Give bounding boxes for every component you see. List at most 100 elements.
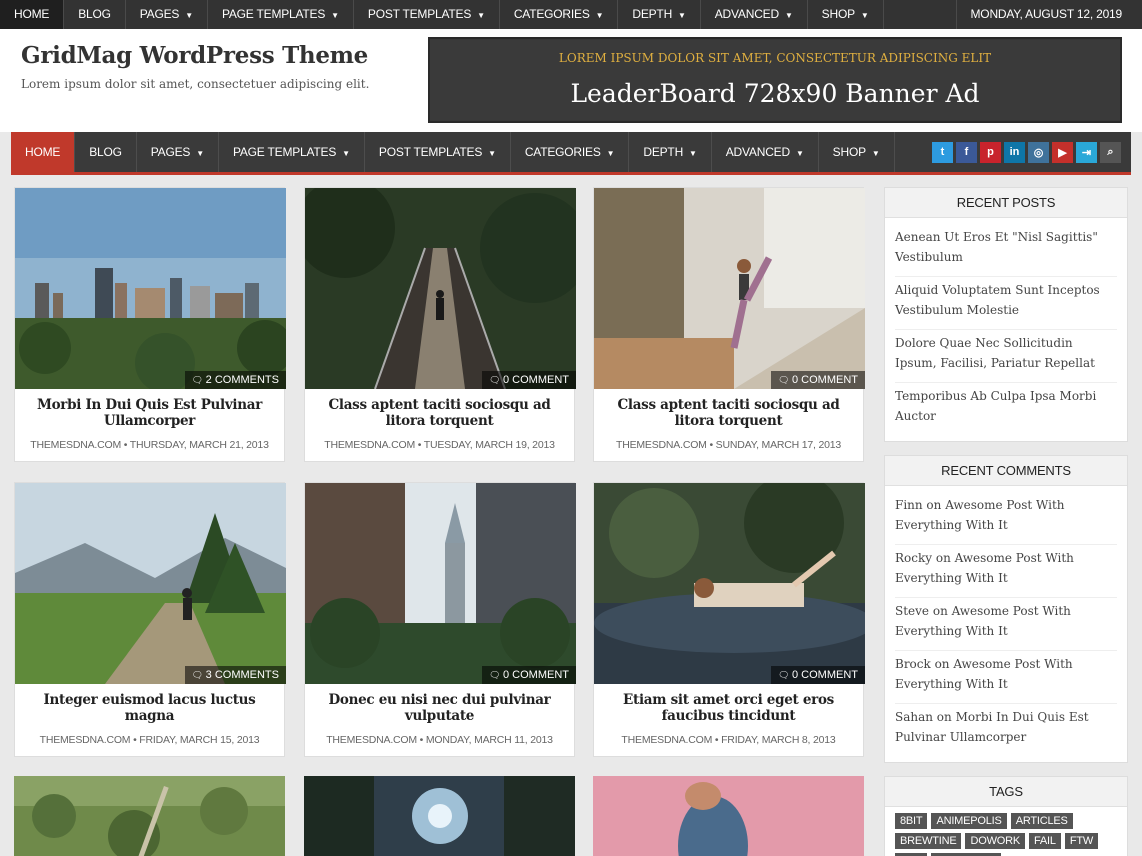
post-title[interactable]: Class aptent taciti sociosqu ad litora t…: [311, 397, 568, 429]
site-title[interactable]: GridMag WordPress Theme: [21, 42, 368, 69]
recent-comment-link[interactable]: Brock on Awesome Post With Everything Wi…: [895, 651, 1117, 704]
topnav-item-advanced[interactable]: ADVANCED ▼: [701, 0, 808, 29]
post-image: [305, 188, 576, 389]
banner-heading: LeaderBoard 728x90 Banner Ad: [570, 79, 980, 108]
meta-separator: •: [121, 439, 130, 451]
comment-icon: 🗨: [778, 670, 792, 680]
tag-link[interactable]: DOWORK: [965, 833, 1025, 849]
post-card[interactable]: 🗨 2 COMMENTS Morbi In Dui Quis Est Pulvin…: [14, 187, 286, 462]
topnav-item-label: DEPTH: [632, 7, 673, 21]
mainnav-item-home[interactable]: HOME: [11, 132, 76, 172]
post-thumbnail[interactable]: 🗨 0 COMMENT: [305, 188, 576, 389]
post-thumbnail[interactable]: 🗨 0 COMMENT: [594, 483, 865, 684]
topnav-item-blog[interactable]: BLOG: [64, 0, 126, 29]
post-thumbnail: [304, 776, 575, 856]
mainnav-item-advanced[interactable]: ADVANCED ▼: [712, 132, 819, 172]
topnav-item-label: SHOP: [821, 7, 855, 21]
widget-title: TAGS: [885, 777, 1127, 807]
post-meta: THEMESDNA.COM • FRIDAY, MARCH 8, 2013: [600, 734, 857, 746]
topnav-item-page-templates[interactable]: PAGE TEMPLATES ▼: [208, 0, 354, 29]
linkedin-icon[interactable]: in: [1004, 141, 1025, 163]
mainnav-item-label: ADVANCED: [725, 145, 790, 159]
post-card-partial[interactable]: [304, 776, 575, 856]
recent-comment-link[interactable]: Sahan on Morbi In Dui Quis Est Pulvinar …: [895, 704, 1117, 756]
post-title[interactable]: Class aptent taciti sociosqu ad litora t…: [600, 397, 857, 429]
post-card[interactable]: 🗨 0 COMMENT Class aptent taciti sociosqu …: [593, 187, 865, 462]
post-card-partial[interactable]: [593, 776, 864, 856]
post-card[interactable]: 🗨 3 COMMENTS Integer euismod lacus luctus…: [14, 482, 286, 757]
post-card[interactable]: 🗨 0 COMMENT Etiam sit amet orci eget eros…: [593, 482, 865, 757]
post-author[interactable]: THEMESDNA.COM: [30, 439, 121, 451]
recent-comments-widget: RECENT COMMENTS Finn on Awesome Post Wit…: [884, 455, 1128, 763]
post-author[interactable]: THEMESDNA.COM: [324, 439, 415, 451]
tag-link[interactable]: ARTICLES: [1010, 813, 1073, 829]
main-nav-items: HOME BLOG PAGES ▼ PAGE TEMPLATES ▼ POST TEMPLA…: [11, 132, 895, 172]
topnav-item-depth[interactable]: DEPTH ▼: [618, 0, 701, 29]
recent-post-link[interactable]: Dolore Quae Nec Sollicitudin Ipsum, Faci…: [895, 330, 1117, 383]
comment-count[interactable]: 🗨 2 COMMENTS: [184, 371, 286, 389]
post-title[interactable]: Integer euismod lacus luctus magna: [21, 692, 278, 724]
tag-link[interactable]: FTW: [1064, 833, 1099, 849]
facebook-icon[interactable]: f: [956, 141, 977, 163]
tag-link[interactable]: ANIMEPOLIS: [931, 813, 1007, 829]
recent-post-link[interactable]: Aliquid Voluptatem Sunt Inceptos Vestibu…: [895, 277, 1117, 330]
post-thumbnail[interactable]: 🗨 0 COMMENT: [594, 188, 865, 389]
post-title[interactable]: Morbi In Dui Quis Est Pulvinar Ullamcorp…: [21, 397, 278, 429]
login-icon[interactable]: ⇥: [1076, 141, 1097, 163]
post-meta: THEMESDNA.COM • SUNDAY, MARCH 17, 2013: [600, 439, 857, 451]
topnav-item-label: HOME: [14, 7, 50, 21]
comment-icon: 🗨: [778, 375, 792, 385]
leaderboard-banner-ad[interactable]: LOREM IPSUM DOLOR SIT AMET, CONSECTETUR …: [428, 37, 1122, 123]
topnav-item-categories[interactable]: CATEGORIES ▼: [500, 0, 619, 29]
youtube-icon[interactable]: ▶: [1052, 141, 1073, 163]
recent-comment-link[interactable]: Steve on Awesome Post With Everything Wi…: [895, 598, 1117, 651]
post-title[interactable]: Donec eu nisi nec dui pulvinar vulputate: [311, 692, 568, 724]
mainnav-item-pages[interactable]: PAGES ▼: [137, 132, 219, 172]
recent-post-link[interactable]: Temporibus Ab Culpa Ipsa Morbi Auctor: [895, 383, 1117, 435]
comment-count[interactable]: 🗨 0 COMMENT: [771, 371, 865, 389]
banner-tagline: LOREM IPSUM DOLOR SIT AMET, CONSECTETUR …: [558, 51, 992, 65]
mainnav-item-depth[interactable]: DEPTH ▼: [629, 132, 712, 172]
mainnav-item-categories[interactable]: CATEGORIES ▼: [511, 132, 630, 172]
topnav-item-pages[interactable]: PAGES ▼: [126, 0, 208, 29]
caret-down-icon: ▼: [689, 149, 697, 158]
comment-count[interactable]: 🗨 0 COMMENT: [482, 666, 576, 684]
topnav-item-post-templates[interactable]: POST TEMPLATES ▼: [354, 0, 500, 29]
tag-link[interactable]: BREWTINE: [895, 833, 962, 849]
post-title[interactable]: Etiam sit amet orci eget eros faucibus t…: [600, 692, 857, 724]
post-meta: THEMESDNA.COM • THURSDAY, MARCH 21, 2013: [21, 439, 278, 451]
mainnav-item-label: DEPTH: [643, 145, 684, 159]
twitter-icon[interactable]: t: [932, 141, 953, 163]
topnav-item-shop[interactable]: SHOP ▼: [808, 0, 884, 29]
topnav-item-label: POST TEMPLATES: [367, 7, 472, 21]
tag-link[interactable]: 8BIT: [895, 813, 928, 829]
mainnav-item-blog[interactable]: BLOG: [75, 132, 137, 172]
recent-comments-list: Finn on Awesome Post With Everything Wit…: [885, 486, 1127, 762]
recent-post-link[interactable]: Aenean Ut Eros Et "Nisl Sagittis" Vestib…: [895, 224, 1117, 277]
search-icon[interactable]: ⌕: [1100, 141, 1121, 163]
post-thumbnail[interactable]: 🗨 2 COMMENTS: [15, 188, 286, 389]
topnav-item-home[interactable]: HOME: [0, 0, 65, 29]
tag-link[interactable]: FAIL: [1029, 833, 1061, 849]
post-author[interactable]: THEMESDNA.COM: [326, 734, 417, 746]
post-card-partial[interactable]: [14, 776, 285, 856]
post-author[interactable]: THEMESDNA.COM: [621, 734, 712, 746]
instagram-icon[interactable]: ◎: [1028, 141, 1049, 163]
mainnav-item-page-templates[interactable]: PAGE TEMPLATES ▼: [219, 132, 365, 172]
post-author[interactable]: THEMESDNA.COM: [40, 734, 131, 746]
comment-count[interactable]: 🗨 0 COMMENT: [482, 371, 576, 389]
mainnav-item-post-templates[interactable]: POST TEMPLATES ▼: [365, 132, 511, 172]
post-image: [15, 483, 286, 684]
mainnav-item-shop[interactable]: SHOP ▼: [819, 132, 895, 172]
post-thumbnail[interactable]: 🗨 3 COMMENTS: [15, 483, 286, 684]
pinterest-icon[interactable]: p: [980, 141, 1001, 163]
comment-count[interactable]: 🗨 3 COMMENTS: [184, 666, 286, 684]
post-card[interactable]: 🗨 0 COMMENT Class aptent taciti sociosqu …: [304, 187, 576, 462]
post-thumbnail[interactable]: 🗨 0 COMMENT: [305, 483, 576, 684]
comment-count[interactable]: 🗨 0 COMMENT: [771, 666, 865, 684]
recent-comment-link[interactable]: Finn on Awesome Post With Everything Wit…: [895, 492, 1117, 545]
recent-comment-link[interactable]: Rocky on Awesome Post With Everything Wi…: [895, 545, 1117, 598]
post-author[interactable]: THEMESDNA.COM: [616, 439, 707, 451]
caret-down-icon: ▼: [871, 149, 880, 158]
post-card[interactable]: 🗨 0 COMMENT Donec eu nisi nec dui pulvina…: [304, 482, 576, 757]
